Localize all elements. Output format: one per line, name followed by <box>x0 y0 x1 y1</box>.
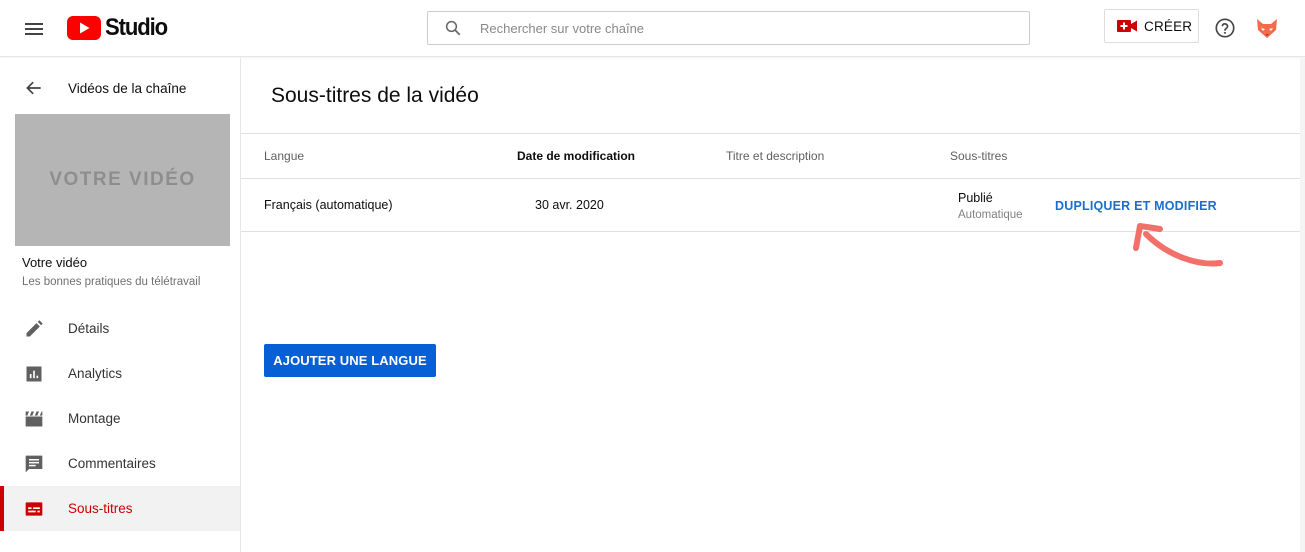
video-title: Votre vidéo <box>22 255 88 270</box>
youtube-play-icon <box>67 16 101 40</box>
search-icon <box>445 20 461 36</box>
sidebar-item-details[interactable]: Détails <box>0 306 240 351</box>
hamburger-menu-icon[interactable] <box>22 17 46 41</box>
arrow-back-icon <box>26 81 41 95</box>
row-status-sub: Automatique <box>958 209 1023 221</box>
pencil-icon <box>26 319 43 336</box>
create-button-label: CRÉER <box>1144 18 1193 34</box>
column-header-language[interactable]: Langue <box>264 149 304 163</box>
row-language: Français (automatique) <box>264 198 393 212</box>
back-to-channel-videos[interactable]: Vidéos de la chaîne <box>0 76 240 100</box>
back-label: Vidéos de la chaîne <box>68 80 187 96</box>
row-status: Publié <box>958 191 993 205</box>
sidebar: Vidéos de la chaîne VOTRE VIDÉO Votre vi… <box>0 58 241 552</box>
video-thumbnail[interactable]: VOTRE VIDÉO <box>15 114 230 246</box>
sidebar-item-montage[interactable]: Montage <box>0 396 240 441</box>
sidebar-item-label: Sous-titres <box>68 501 133 516</box>
column-header-title-description: Titre et description <box>726 149 825 163</box>
table-divider <box>241 178 1305 179</box>
duplicate-and-edit-link[interactable]: DUPLIQUER ET MODIFIER <box>1055 199 1217 213</box>
search-box[interactable] <box>427 11 1030 45</box>
clapperboard-icon <box>25 411 43 426</box>
sidebar-item-subtitles[interactable]: Sous-titres <box>0 486 240 531</box>
sidebar-item-analytics[interactable]: Analytics <box>0 351 240 396</box>
column-header-date[interactable]: Date de modification <box>517 149 635 163</box>
thumbnail-text: VOTRE VIDÉO <box>49 169 196 190</box>
scrollbar[interactable] <box>1300 58 1305 552</box>
subtitles-icon <box>25 501 43 516</box>
top-bar: Studio CRÉER <box>0 0 1305 57</box>
comment-icon <box>25 455 43 472</box>
add-language-button[interactable]: AJOUTER UNE LANGUE <box>264 344 436 377</box>
create-button[interactable]: CRÉER <box>1104 9 1199 43</box>
sidebar-item-label: Détails <box>68 321 110 336</box>
annotation-arrow-icon <box>1133 223 1223 267</box>
sidebar-item-label: Analytics <box>68 366 123 381</box>
table-divider-top <box>241 133 1305 134</box>
row-modified-date: 30 avr. 2020 <box>535 198 604 212</box>
analytics-icon <box>26 366 42 381</box>
avatar[interactable] <box>1255 16 1279 40</box>
video-camera-plus-icon <box>1117 20 1137 32</box>
help-icon[interactable] <box>1214 17 1236 44</box>
sidebar-item-comments[interactable]: Commentaires <box>0 441 240 486</box>
studio-logo[interactable]: Studio <box>67 14 172 42</box>
page-title: Sous-titres de la vidéo <box>271 84 479 107</box>
logo-text: Studio <box>105 14 168 41</box>
column-header-subtitles: Sous-titres <box>950 149 1008 163</box>
sidebar-item-label: Commentaires <box>68 456 156 471</box>
search-input[interactable] <box>480 20 1020 36</box>
video-subtitle: Les bonnes pratiques du télétravail <box>22 276 201 288</box>
fox-avatar-icon <box>1257 19 1277 38</box>
sidebar-item-label: Montage <box>68 411 121 426</box>
